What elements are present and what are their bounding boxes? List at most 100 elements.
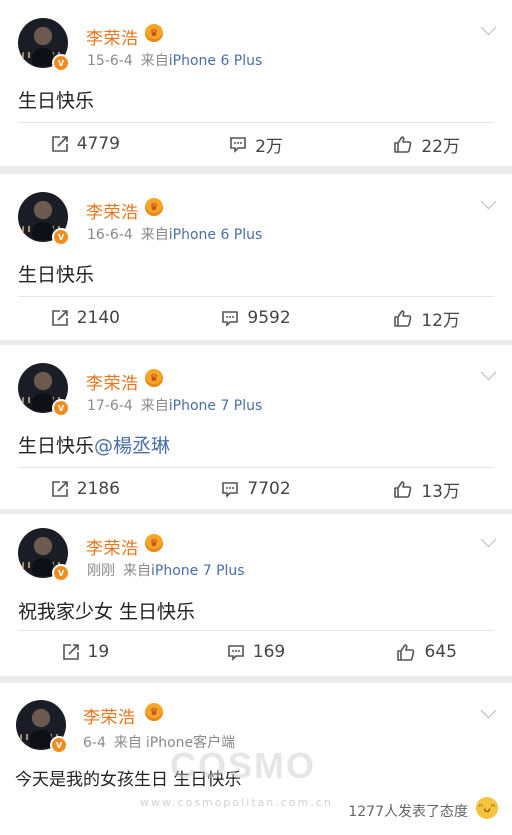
repost-button[interactable]: 2140 (0, 296, 171, 340)
chevron-down-icon[interactable] (480, 193, 497, 210)
comment-button[interactable]: 2万 (171, 122, 342, 166)
username[interactable]: 李荣浩 (86, 369, 139, 394)
thumbs-up-icon (397, 644, 415, 661)
repost-count: 2140 (76, 308, 120, 328)
post-body: 祝我家少女 生日快乐 (18, 601, 196, 623)
post-text: 祝我家少女 生日快乐 (18, 597, 195, 624)
repost-count: 2186 (76, 479, 120, 499)
repost-button[interactable]: 2186 (0, 467, 171, 511)
watermark-url: www.cosmopolitan.com.cn (140, 796, 333, 809)
post-meta: 15-6-4 来自iPhone 6 Plus (87, 50, 262, 70)
action-bar: 2140 9592 12万 (0, 296, 512, 340)
grin-emoji-icon[interactable]: ᵔᴗᵔ (476, 797, 498, 819)
source-prefix: 来自 (123, 563, 151, 579)
source-prefix: 来自 (140, 53, 169, 69)
post-body: 生日快乐 (18, 90, 95, 112)
verified-badge-icon: v (50, 736, 68, 754)
avatar[interactable]: v (18, 363, 70, 417)
verified-badge-icon: v (52, 54, 70, 72)
weibo-post: v 李荣浩 ♛ 17-6-4 来自iPhone 7 Plus 生日快乐@楊丞琳 2… (0, 345, 512, 509)
comment-button[interactable]: 7702 (171, 467, 342, 511)
chevron-down-icon[interactable] (480, 364, 497, 381)
post-time: 17-6-4 (87, 398, 133, 414)
member-crown-icon: ♛ (145, 534, 163, 552)
comment-button[interactable]: 169 (171, 630, 342, 674)
repost-count: 19 (87, 642, 110, 662)
mention-link[interactable]: @楊丞琳 (94, 435, 170, 457)
source-prefix: 来自 (140, 227, 169, 243)
verified-badge-icon: v (52, 399, 70, 417)
post-time: 15-6-4 (87, 53, 133, 69)
thumbs-up-icon (394, 310, 412, 327)
username[interactable]: 李荣浩 (86, 198, 139, 223)
action-bar: 19 169 645 (0, 630, 512, 674)
repost-button[interactable]: 4779 (0, 122, 171, 166)
post-text: 生日快乐 (18, 86, 94, 113)
post-body: 生日快乐 (18, 435, 95, 457)
action-bar: 4779 2万 22万 (0, 122, 512, 166)
comment-icon (227, 645, 244, 661)
source-device[interactable]: iPhone 7 Plus (151, 563, 245, 579)
chevron-down-icon[interactable] (480, 702, 497, 719)
username[interactable]: 李荣浩 (86, 24, 139, 49)
comment-count: 9592 (247, 308, 291, 328)
like-count: 22万 (421, 136, 460, 157)
source-device[interactable]: iPhone 6 Plus (169, 227, 263, 243)
post-time: 6-4 (83, 735, 106, 751)
post-meta: 刚刚 来自iPhone 7 Plus (87, 560, 245, 580)
thumbs-up-icon (394, 136, 412, 153)
like-button[interactable]: 22万 (341, 122, 512, 166)
weibo-post: v 李荣浩 ♛ 15-6-4 来自iPhone 6 Plus 生日快乐 4779 … (0, 0, 512, 166)
member-crown-icon: ♛ (145, 369, 163, 387)
weibo-post: v 李荣浩 ♛ 16-6-4 来自iPhone 6 Plus 生日快乐 2140 … (0, 174, 512, 340)
action-bar: 2186 7702 13万 (0, 467, 512, 511)
like-count: 645 (424, 642, 457, 662)
verified-badge-icon: v (52, 564, 70, 582)
comment-icon (222, 482, 239, 498)
comment-count: 7702 (247, 479, 291, 499)
watermark-logo: COSMO (170, 745, 317, 786)
source-device[interactable]: iPhone 7 Plus (169, 398, 263, 414)
like-button[interactable]: 12万 (341, 296, 512, 340)
verified-badge-icon: v (52, 228, 70, 246)
reaction-count[interactable]: 1277人发表了态度 (348, 801, 468, 821)
chevron-down-icon[interactable] (480, 531, 497, 548)
post-meta: 16-6-4 来自iPhone 6 Plus (87, 224, 262, 244)
comment-icon (230, 137, 246, 153)
like-button[interactable]: 13万 (341, 467, 512, 511)
chevron-down-icon[interactable] (480, 19, 497, 36)
member-crown-icon: ♛ (145, 24, 163, 42)
post-time: 刚刚 (87, 563, 115, 579)
like-button[interactable]: 645 (341, 630, 512, 674)
post-text: 生日快乐@楊丞琳 (18, 431, 170, 458)
avatar[interactable]: v (18, 528, 70, 582)
repost-button[interactable]: 19 (0, 630, 171, 674)
post-meta: 17-6-4 来自iPhone 7 Plus (87, 395, 262, 415)
post-text: 生日快乐 (18, 260, 94, 287)
comment-count: 169 (252, 642, 286, 662)
like-count: 13万 (421, 481, 460, 502)
avatar[interactable]: v (18, 18, 70, 72)
repost-count: 4779 (76, 134, 120, 154)
repost-icon (51, 481, 68, 497)
like-count: 12万 (421, 310, 460, 331)
username[interactable]: 李荣浩 (83, 703, 136, 728)
source-prefix: 来自 (113, 735, 142, 751)
member-crown-icon: ♛ (145, 703, 163, 721)
member-crown-icon: ♛ (145, 198, 163, 216)
source-prefix: 来自 (140, 398, 169, 414)
comment-icon (222, 311, 239, 327)
weibo-post: v 李荣浩 ♛ 刚刚 来自iPhone 7 Plus 祝我家少女 生日快乐 19 … (0, 514, 512, 676)
repost-icon (51, 310, 68, 326)
post-body: 生日快乐 (18, 264, 95, 286)
comment-button[interactable]: 9592 (171, 296, 342, 340)
avatar[interactable]: v (18, 192, 70, 246)
comment-count: 2万 (255, 136, 283, 157)
post-time: 16-6-4 (87, 227, 133, 243)
thumbs-up-icon (394, 481, 412, 498)
source-device[interactable]: iPhone 6 Plus (169, 53, 263, 69)
avatar[interactable]: v (16, 700, 68, 754)
username[interactable]: 李荣浩 (86, 534, 139, 559)
repost-icon (62, 644, 79, 660)
repost-icon (51, 136, 68, 152)
